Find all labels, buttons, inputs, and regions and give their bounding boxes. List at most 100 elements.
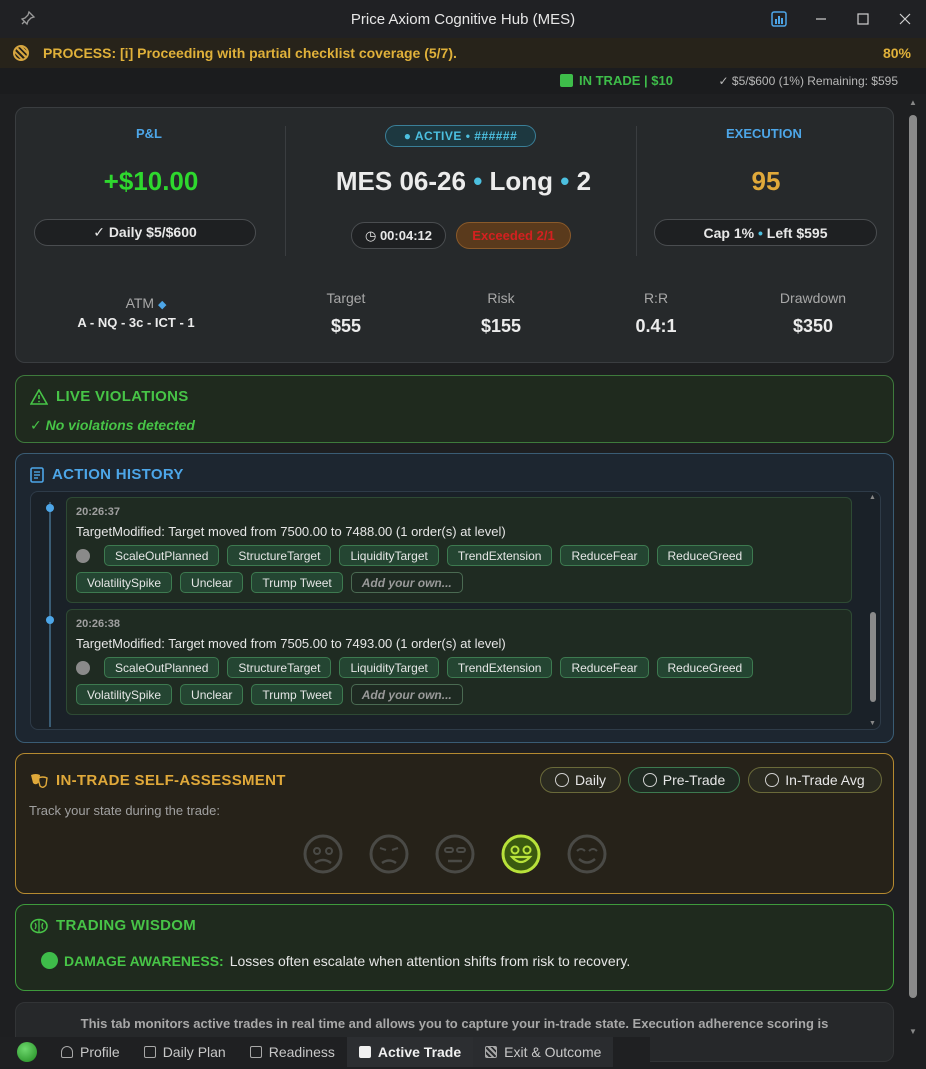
tab-daily-plan[interactable]: Daily Plan (132, 1037, 238, 1067)
smile-icon (765, 773, 780, 787)
exceeded-badge: Exceeded 2/1 (456, 222, 571, 249)
violations-title: LIVE VIOLATIONS (30, 388, 189, 405)
tag-structuretarget[interactable]: StructureTarget (227, 545, 332, 566)
atm-value: A - NQ - 3c - ICT - 1 (77, 315, 195, 330)
anxious-face-icon[interactable] (302, 833, 344, 875)
trade-timer: ◷ 00:04:12 (351, 222, 446, 249)
self-assessment-panel: IN-TRADE SELF-ASSESSMENT Track your stat… (15, 753, 894, 894)
entry-time: 20:26:37 (76, 506, 121, 518)
history-entry: 20:26:38 TargetModified: Target moved fr… (66, 609, 852, 715)
add-own-tag-input[interactable]: Add your own... (350, 684, 463, 705)
connection-status-icon (17, 1042, 37, 1062)
timeline-line (49, 502, 51, 727)
action-history-panel: ACTION HISTORY 20:26:37 TargetModified: … (15, 453, 894, 743)
entry-message: TargetModified: Target moved from 7500.0… (76, 524, 506, 539)
brain-icon (30, 918, 48, 933)
pnl-value: +$10.00 (103, 166, 199, 196)
theater-masks-icon (31, 773, 48, 788)
metric-value-drawdown: $350 (792, 316, 834, 336)
in-trade-avg-button[interactable]: In-Trade Avg (748, 767, 882, 793)
scroll-thumb[interactable] (909, 115, 917, 998)
metric-value-target: $55 (330, 316, 362, 336)
scroll-up-icon[interactable]: ▲ (909, 98, 917, 107)
tab-profile[interactable]: Profile (49, 1037, 132, 1067)
tag-scaleoutplanned[interactable]: ScaleOutPlanned (104, 545, 220, 566)
tag-unclear[interactable]: Unclear (180, 572, 244, 593)
tag-unclear[interactable]: Unclear (180, 684, 244, 705)
tag-icon (76, 548, 90, 563)
timeline-dot (46, 616, 54, 624)
globe-icon (41, 952, 58, 969)
metric-value-risk: $155 (480, 316, 522, 336)
tag-trendextension[interactable]: TrendExtension (446, 545, 553, 566)
assessment-subtitle: Track your state during the trade: (29, 803, 221, 818)
tag-reducegreed[interactable]: ReduceGreed (656, 657, 754, 678)
pre-trade-button[interactable]: Pre-Trade (628, 767, 740, 793)
scroll-down-icon[interactable]: ▼ (869, 720, 876, 727)
trade-icon (560, 74, 573, 87)
in-trade-status: IN TRADE | $10 (560, 73, 673, 88)
history-scrollbar[interactable]: ▲ ▼ (868, 494, 878, 727)
metric-label-target: Target (326, 290, 366, 306)
tag-trump-tweet[interactable]: Trump Tweet (251, 684, 343, 705)
active-badge: ● ACTIVE • ###### (385, 125, 536, 147)
maximize-button[interactable] (842, 0, 884, 38)
tag-icon (76, 660, 90, 675)
divider (636, 126, 637, 256)
smile-icon (554, 773, 569, 787)
main-scrollbar[interactable]: ▲ ▼ (908, 98, 918, 1036)
wisdom-title: TRADING WISDOM (30, 917, 196, 934)
history-list[interactable]: 20:26:37 TargetModified: Target moved fr… (30, 491, 881, 730)
scroll-thumb[interactable] (870, 612, 876, 702)
tag-volatilityspike[interactable]: VolatilitySpike (76, 684, 173, 705)
process-percent: 80% (882, 45, 911, 61)
tag-scaleoutplanned[interactable]: ScaleOutPlanned (104, 657, 220, 678)
flag-icon (485, 1046, 498, 1058)
scroll-down-icon[interactable]: ▼ (909, 1027, 917, 1036)
tag-liquiditytarget[interactable]: LiquidityTarget (339, 657, 439, 678)
close-button[interactable] (884, 0, 926, 38)
tag-reducefear[interactable]: ReduceFear (560, 657, 649, 678)
metric-value-rr: 0.4:1 (635, 316, 677, 336)
tag-liquiditytarget[interactable]: LiquidityTarget (339, 545, 439, 566)
neutral-face-icon[interactable] (434, 833, 476, 875)
chart-icon[interactable] (758, 0, 800, 38)
sad-face-icon[interactable] (368, 833, 410, 875)
tag-volatilityspike[interactable]: VolatilitySpike (76, 572, 173, 593)
process-icon (13, 45, 29, 61)
tag-reducegreed[interactable]: ReduceGreed (656, 545, 754, 566)
trading-wisdom-panel: TRADING WISDOM DAMAGE AWARENESS: Losses … (15, 904, 894, 991)
scroll-up-icon[interactable]: ▲ (869, 494, 876, 501)
happy-face-icon[interactable] (500, 833, 542, 875)
tag-trump-tweet[interactable]: Trump Tweet (251, 572, 343, 593)
entry-time: 20:26:38 (76, 618, 121, 630)
instrument: MES 06-26 (335, 166, 466, 196)
atm-label: ATM ◆ (125, 295, 167, 311)
trade-summary: MES 06-26 • Long • 2 (335, 166, 592, 196)
execution-label: EXECUTION (726, 126, 802, 141)
tab-readiness[interactable]: Readiness (238, 1037, 347, 1067)
trade-icon (358, 1046, 371, 1058)
info-text: This tab monitors active trades in real … (80, 1016, 829, 1031)
document-icon (30, 466, 44, 483)
wisdom-line: DAMAGE AWARENESS: Losses often escalate … (41, 952, 630, 969)
minimize-button[interactable] (800, 0, 842, 38)
history-title: ACTION HISTORY (30, 466, 184, 483)
direction: Long (489, 166, 554, 196)
remaining-status: ✓ $5/$600 (1%) Remaining: $595 (718, 74, 899, 88)
tab-exit-outcome[interactable]: Exit & Outcome (473, 1037, 614, 1067)
timeline-dot (46, 504, 54, 512)
process-bar: PROCESS: [i] Proceeding with partial che… (0, 38, 926, 68)
daily-button[interactable]: Daily (540, 767, 621, 793)
warning-icon (30, 388, 48, 405)
tab-active-trade[interactable]: Active Trade (346, 1037, 474, 1067)
cap-pill: Cap 1% • Left $595 (654, 219, 877, 246)
trade-header-card: P&L +$10.00 ✓ Daily $5/$600 ● ACTIVE • #… (15, 107, 894, 363)
tag-trendextension[interactable]: TrendExtension (446, 657, 553, 678)
add-own-tag-input[interactable]: Add your own... (350, 572, 463, 593)
content-face-icon[interactable] (566, 833, 608, 875)
tag-structuretarget[interactable]: StructureTarget (227, 657, 332, 678)
smile-icon (642, 773, 657, 787)
tag-reducefear[interactable]: ReduceFear (560, 545, 649, 566)
process-text: PROCESS: [i] Proceeding with partial che… (43, 45, 457, 61)
